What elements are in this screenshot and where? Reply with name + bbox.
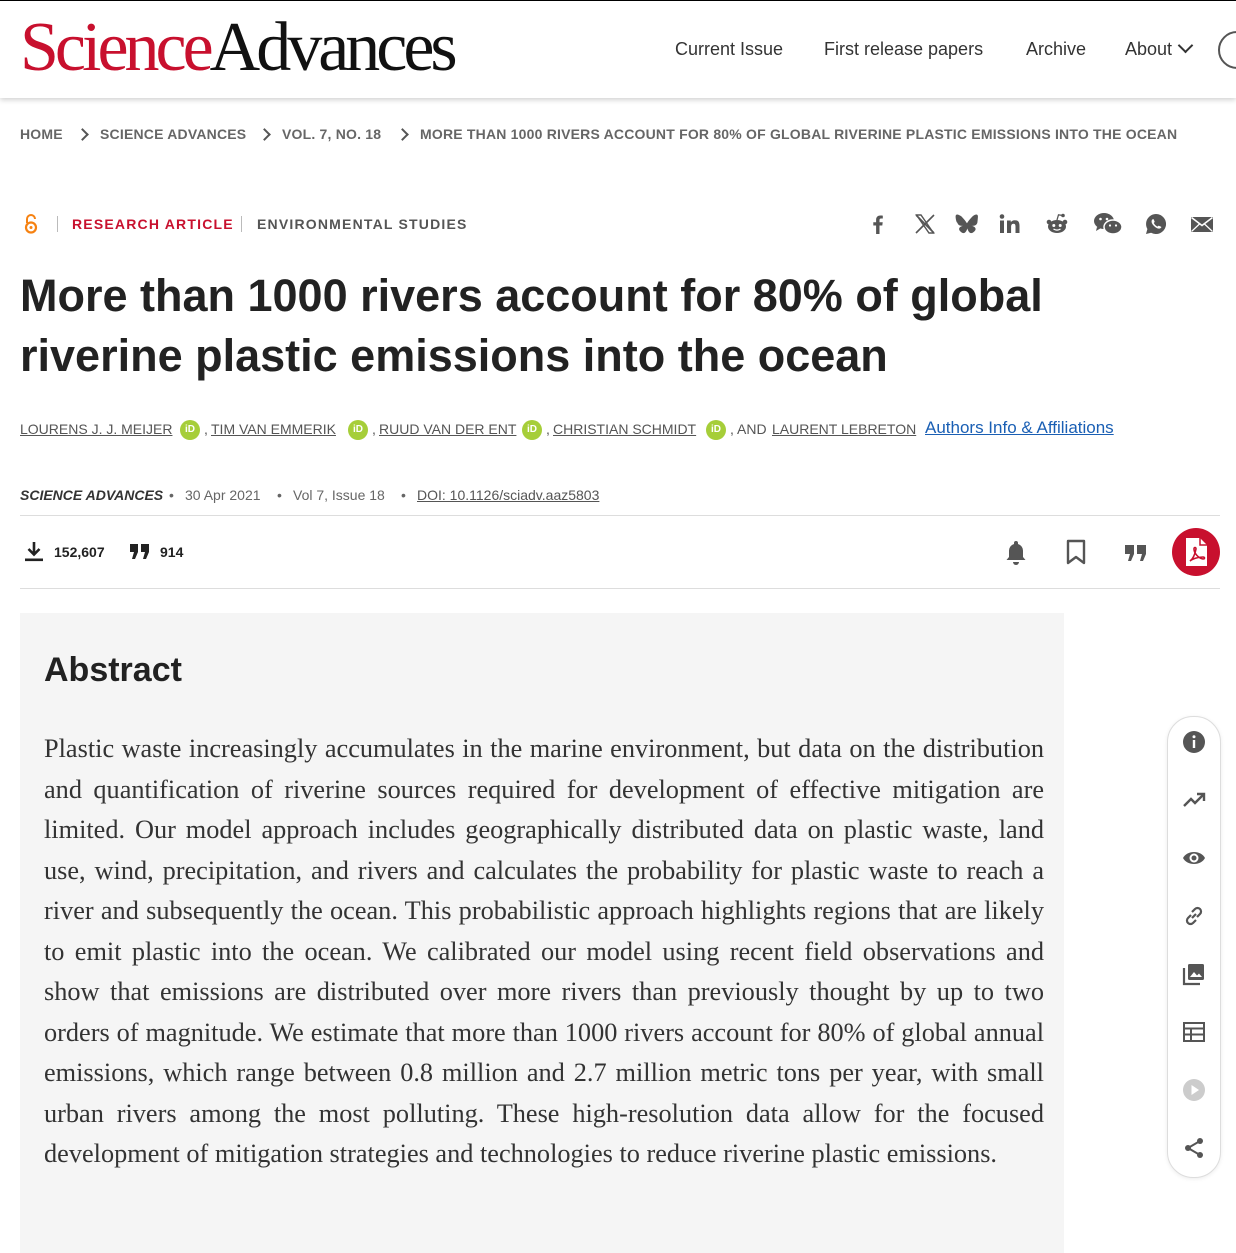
article-type-label[interactable]: RESEARCH ARTICLE	[72, 216, 234, 232]
publication-date: 30 Apr 2021	[185, 487, 261, 503]
search-button[interactable]	[1218, 31, 1236, 69]
site-header: ScienceAdvances Current Issue First rele…	[0, 0, 1236, 98]
table-icon[interactable]	[1182, 1020, 1206, 1044]
orcid-icon[interactable]: iD	[706, 420, 726, 440]
bell-icon[interactable]	[1002, 538, 1030, 566]
x-twitter-icon[interactable]	[913, 212, 937, 236]
journal-logo[interactable]: ScienceAdvances	[20, 13, 458, 83]
wechat-icon[interactable]	[1093, 212, 1123, 236]
orcid-icon[interactable]: iD	[348, 420, 368, 440]
authors-affiliations-link[interactable]: Authors Info & Affiliations	[925, 418, 1114, 438]
logo-science: Science	[20, 9, 214, 86]
linkedin-icon[interactable]	[998, 212, 1022, 236]
doi-link[interactable]: DOI: 10.1126/sciadv.aaz5803	[417, 487, 599, 503]
chevron-right-icon	[76, 128, 89, 141]
play-icon[interactable]	[1182, 1078, 1206, 1102]
author-link[interactable]: LOURENS J. J. MEIJER	[20, 421, 172, 437]
author-link[interactable]: TIM VAN EMMERIK	[211, 421, 336, 437]
info-icon[interactable]	[1182, 730, 1206, 754]
trending-icon[interactable]	[1182, 788, 1206, 812]
author-link[interactable]: RUUD VAN DER ENT	[379, 421, 516, 437]
abstract-section: Abstract Plastic waste increasingly accu…	[20, 613, 1064, 1253]
link-icon[interactable]	[1182, 904, 1206, 928]
eye-icon[interactable]	[1182, 846, 1206, 870]
abstract-heading: Abstract	[44, 651, 182, 689]
author-separator: ,	[204, 421, 208, 437]
divider	[20, 515, 1220, 516]
bluesky-icon[interactable]	[955, 212, 979, 236]
chevron-right-icon	[258, 128, 271, 141]
pdf-icon	[1186, 538, 1207, 566]
cite-icon[interactable]	[1122, 538, 1150, 566]
bullet: •	[401, 487, 406, 503]
email-icon[interactable]	[1190, 212, 1214, 236]
journal-name[interactable]: SCIENCE ADVANCES	[20, 487, 163, 503]
chevron-down-icon	[1177, 37, 1194, 54]
nav-first-release[interactable]: First release papers	[824, 39, 983, 60]
author-link[interactable]: LAURENT LEBRETON	[772, 421, 916, 437]
author-separator: ,	[546, 421, 550, 437]
author-separator: , AND	[730, 421, 767, 437]
orcid-icon[interactable]: iD	[522, 420, 542, 440]
citation-icon	[130, 544, 149, 559]
citation-count: 914	[160, 544, 184, 560]
breadcrumb-current: MORE THAN 1000 RIVERS ACCOUNT FOR 80% OF…	[420, 126, 1178, 142]
side-toolbar	[1167, 716, 1221, 1178]
volume-issue[interactable]: Vol 7, Issue 18	[293, 487, 385, 503]
author-link[interactable]: CHRISTIAN SCHMIDT	[553, 421, 696, 437]
bullet: •	[169, 487, 174, 503]
open-access-icon	[24, 214, 38, 234]
orcid-icon[interactable]: iD	[180, 420, 200, 440]
nav-current-issue[interactable]: Current Issue	[675, 39, 783, 60]
nav-archive[interactable]: Archive	[1026, 39, 1086, 60]
breadcrumb-journal[interactable]: SCIENCE ADVANCES	[100, 126, 246, 142]
logo-advances: Advances	[209, 9, 458, 86]
subject-label[interactable]: ENVIRONMENTAL STUDIES	[257, 216, 468, 232]
divider	[20, 588, 1220, 589]
author-separator: ,	[372, 421, 376, 437]
download-icon	[25, 542, 43, 562]
bullet: •	[277, 487, 282, 503]
facebook-icon[interactable]	[866, 212, 890, 236]
nav-about[interactable]: About	[1125, 37, 1194, 60]
download-count: 152,607	[54, 544, 105, 560]
reddit-icon[interactable]	[1045, 212, 1069, 236]
breadcrumb-home[interactable]: HOME	[20, 126, 63, 142]
abstract-text: Plastic waste increasingly accumulates i…	[44, 734, 1044, 1168]
chevron-right-icon	[396, 128, 409, 141]
image-icon[interactable]	[1182, 962, 1206, 986]
article-title: More than 1000 rivers account for 80% of…	[20, 270, 1043, 381]
divider	[57, 216, 58, 232]
breadcrumb-issue[interactable]: VOL. 7, NO. 18	[282, 126, 381, 142]
share-icon[interactable]	[1182, 1136, 1206, 1160]
divider	[241, 216, 242, 232]
pdf-button[interactable]	[1172, 528, 1220, 576]
whatsapp-icon[interactable]	[1144, 212, 1168, 236]
bookmark-icon[interactable]	[1062, 538, 1090, 566]
nav-about-label: About	[1125, 39, 1173, 59]
